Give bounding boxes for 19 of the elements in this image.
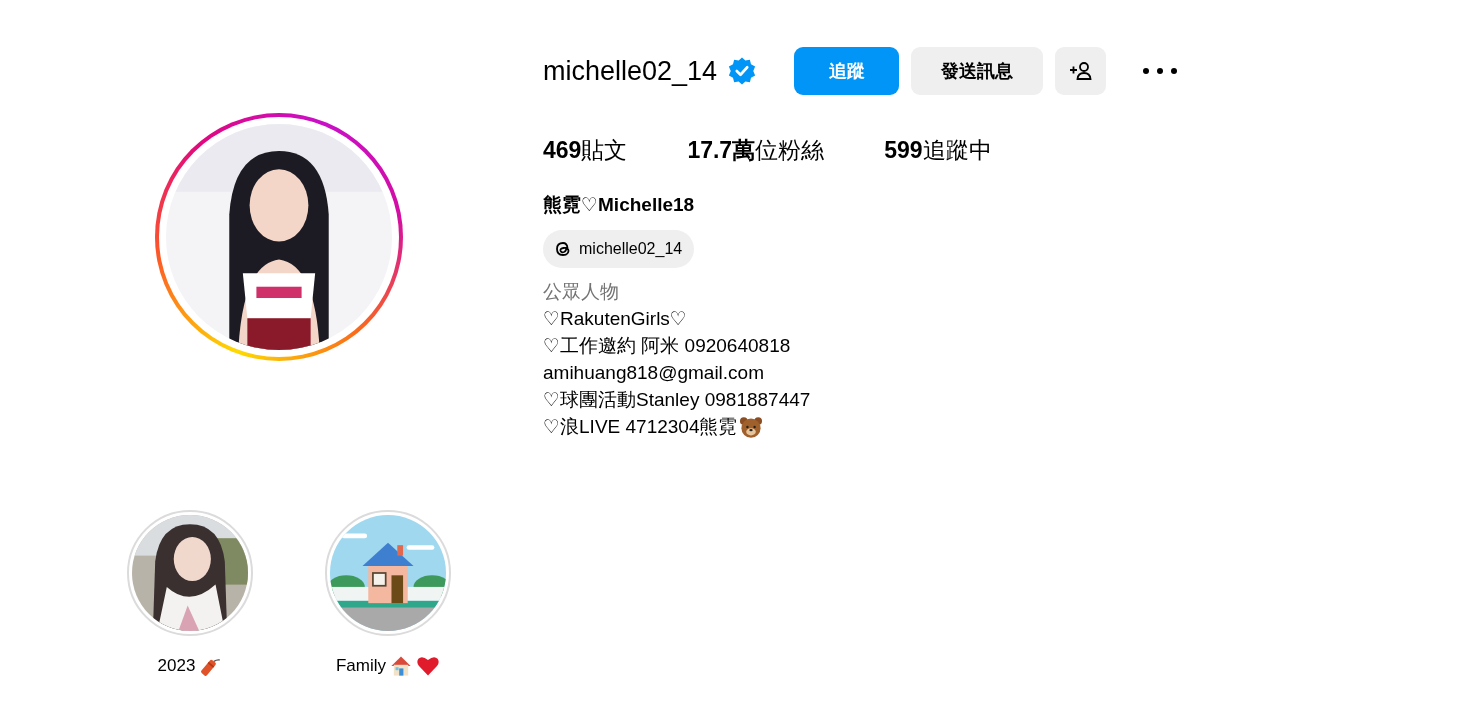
profile-stat[interactable]: 599追蹤中 [884, 135, 992, 166]
add-person-button[interactable] [1055, 47, 1107, 95]
threads-link[interactable]: michelle02_14 [543, 230, 695, 268]
bear-icon [739, 414, 764, 439]
category-label: 公眾人物 [543, 280, 620, 304]
display-name: 熊霓♡Michelle18 [543, 193, 696, 217]
add-person-icon [1068, 61, 1093, 81]
profile-stat[interactable]: 469貼文 [543, 135, 628, 166]
message-button[interactable]: 發送訊息 [911, 47, 1044, 95]
highlight-title: 2023 [157, 656, 196, 676]
bio-line: ♡浪LIVE 4712304熊霓 [543, 415, 738, 439]
bio-line: ♡工作邀約 阿米 0920640818 [543, 334, 791, 358]
highlight-title: Family [335, 656, 387, 676]
bio-line: ♡球團活動Stanley 0981887447 [543, 388, 811, 412]
username: michelle02_14 [543, 55, 718, 87]
profile-stat[interactable]: 17.7萬位粉絲 [687, 135, 825, 166]
bio-line: ♡RakutenGirls♡ [543, 307, 687, 331]
heart-icon [416, 654, 441, 678]
bio-line: amihuang818@gmail.com [543, 361, 764, 385]
